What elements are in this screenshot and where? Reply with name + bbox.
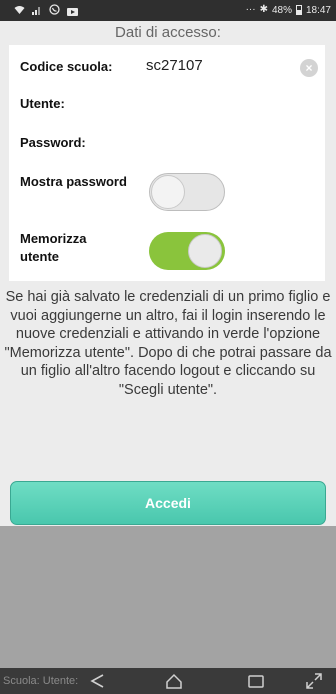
status-bar: ··· ✱ 48% 18:47 [0, 0, 336, 21]
login-form: Codice scuola: sc27107 × Utente: Passwor… [9, 45, 325, 281]
clock: 18:47 [305, 4, 331, 16]
signal-icon [32, 5, 42, 19]
password-field[interactable] [146, 133, 306, 153]
show-password-row: Mostra password [9, 169, 325, 213]
user-row: Utente: [9, 91, 325, 117]
school-code-row: Codice scuola: sc27107 × [9, 55, 325, 81]
battery-percent: 48% [271, 4, 292, 16]
bluetooth-icon: ✱ [259, 4, 268, 15]
user-field[interactable] [146, 94, 306, 114]
expand-icon[interactable] [304, 671, 324, 691]
video-icon [67, 7, 78, 16]
info-text: Se hai già salvato le credenziali di un … [4, 289, 332, 398]
back-icon[interactable] [88, 671, 108, 691]
show-password-toggle[interactable] [149, 173, 225, 211]
toggle-knob [188, 234, 222, 268]
login-button[interactable]: Accedi [10, 481, 326, 525]
battery-icon [295, 5, 302, 15]
footer-text: Scuola: Utente: [3, 675, 79, 687]
recent-apps-icon[interactable] [246, 671, 266, 691]
home-icon[interactable] [164, 671, 184, 691]
password-row: Password: [9, 131, 325, 157]
school-code-label: Codice scuola: [20, 59, 113, 74]
clear-icon[interactable]: × [300, 59, 318, 77]
wifi-icon [14, 5, 25, 19]
content-background [0, 526, 336, 668]
whatsapp-icon [49, 4, 60, 19]
password-label: Password: [20, 135, 86, 150]
school-code-field[interactable]: sc27107 [146, 57, 203, 74]
toggle-knob [151, 175, 185, 209]
show-password-label: Mostra password [20, 174, 127, 189]
user-label: Utente: [20, 96, 65, 111]
page-title: Dati di accesso: [0, 21, 336, 45]
navigation-bar: Scuola: Utente: [0, 668, 336, 694]
remember-user-label: Memorizza utente [20, 231, 87, 264]
remember-user-toggle[interactable] [149, 232, 225, 270]
remember-user-row: Memorizza utente [9, 227, 325, 275]
